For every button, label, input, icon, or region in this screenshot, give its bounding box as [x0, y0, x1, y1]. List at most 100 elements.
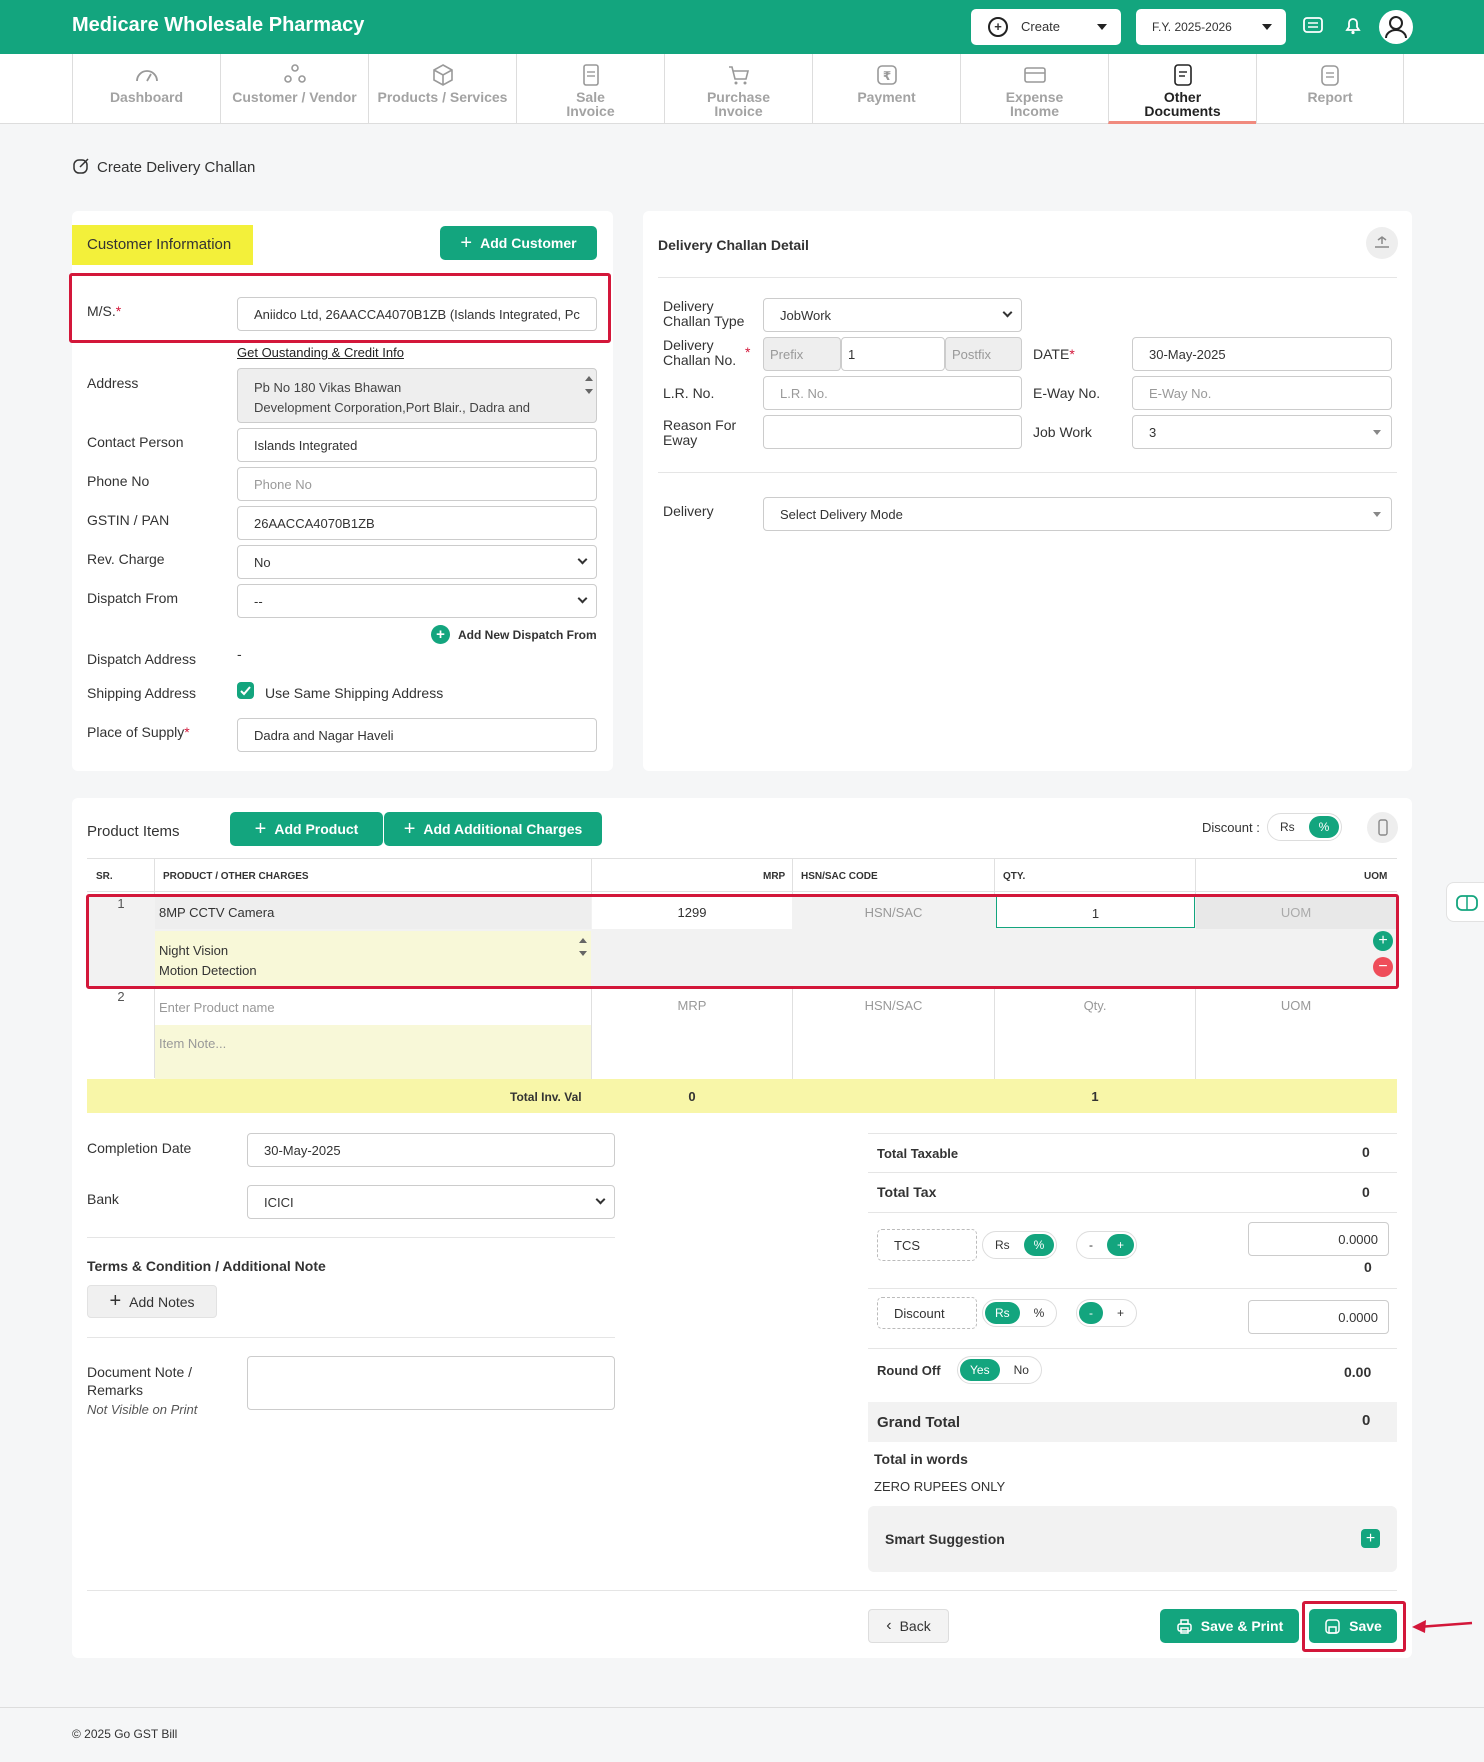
plus-box-icon: + [988, 17, 1008, 37]
tcs-pct-option[interactable]: % [1023, 1234, 1055, 1256]
nav-expense-income[interactable]: Expense Income [960, 54, 1108, 124]
nav-label: Report [1307, 89, 1353, 105]
challan-number-input[interactable]: 1 [841, 337, 945, 371]
prefix-input[interactable]: Prefix [763, 337, 841, 371]
create-dropdown[interactable]: + Create [971, 9, 1121, 45]
add-customer-button[interactable]: + Add Customer [440, 226, 597, 260]
columns-icon [1378, 819, 1388, 836]
nav-customer-vendor[interactable]: Customer / Vendor [220, 54, 368, 124]
discount-type-toggle[interactable]: Rs% [1267, 813, 1343, 841]
add-dispatch-button[interactable]: + Add New Dispatch From [431, 625, 597, 644]
product-name-input[interactable]: Enter Product name [155, 990, 591, 1024]
discount-row-type-toggle[interactable]: Rs% [982, 1299, 1058, 1327]
nav-payment[interactable]: ₹ Payment [812, 54, 960, 124]
address-label: Address [87, 375, 139, 391]
terms-title: Terms & Condition / Additional Note [87, 1258, 326, 1274]
qty-input[interactable]: Qty. [995, 998, 1195, 1013]
total-label: Total Inv. Val [510, 1090, 582, 1104]
avatar[interactable] [1379, 10, 1413, 44]
tcs-type-toggle[interactable]: Rs% [982, 1231, 1058, 1259]
doc-note-textarea[interactable] [247, 1356, 615, 1410]
footer-divider [0, 1707, 1484, 1708]
discount-row-pct-option[interactable]: % [1024, 1302, 1055, 1324]
back-label: Back [899, 1618, 931, 1634]
scrollbar[interactable] [584, 373, 594, 419]
nav-dashboard[interactable]: Dashboard [72, 54, 220, 124]
round-off-toggle[interactable]: Yes No [957, 1356, 1042, 1384]
tcs-rs-option[interactable]: Rs [985, 1234, 1020, 1256]
column-settings-button[interactable] [1367, 812, 1398, 843]
lr-input[interactable]: L.R. No. [763, 376, 1022, 410]
reason-input[interactable] [763, 415, 1022, 449]
credit-info-link[interactable]: Get Oustanding & Credit Info [237, 345, 404, 360]
delivery-mode-select[interactable]: Select Delivery Mode [763, 497, 1392, 531]
rev-charge-select[interactable]: No [237, 545, 597, 579]
back-button[interactable]: ‹ Back [868, 1609, 949, 1643]
tcs-input[interactable]: 0.0000 [1248, 1222, 1389, 1256]
round-off-yes-option[interactable]: Yes [960, 1359, 1000, 1381]
nav-label: Purchase Invoice [706, 89, 771, 119]
tcs-plus-option[interactable]: + [1107, 1234, 1135, 1256]
place-of-supply-input[interactable]: Dadra and Nagar Haveli [237, 718, 597, 752]
jobwork-select[interactable]: 3 [1132, 415, 1392, 449]
nav-purchase-invoice[interactable]: Purchase Invoice [664, 54, 812, 124]
nav-products-services[interactable]: Products / Services [368, 54, 516, 124]
address-line2: Development Corporation,Port Blair., Dad… [254, 400, 531, 415]
round-off-no-option[interactable]: No [1004, 1359, 1039, 1381]
address-textarea[interactable]: Pb No 180 Vikas Bhawan Development Corpo… [237, 368, 597, 423]
bank-select[interactable]: ICICI [247, 1185, 615, 1219]
gstin-label: GSTIN / PAN [87, 512, 170, 528]
fy-dropdown[interactable]: F.Y. 2025-2026 [1136, 9, 1286, 45]
add-charges-button[interactable]: + Add Additional Charges [384, 812, 602, 846]
save-print-button[interactable]: Save & Print [1160, 1609, 1299, 1643]
nav-label: Products / Services [377, 89, 508, 105]
nav-sale-invoice[interactable]: Sale Invoice [516, 54, 664, 124]
nav-other-documents[interactable]: Other Documents [1108, 54, 1256, 124]
discount-row-minus-option[interactable]: - [1079, 1302, 1103, 1324]
gstin-input[interactable]: 26AACCA4070B1ZB [237, 506, 597, 540]
item-note-textarea[interactable]: Item Note... [155, 1025, 591, 1079]
discount-input[interactable]: 0.0000 [1248, 1300, 1389, 1334]
contact-person-input[interactable]: Islands Integrated [237, 428, 597, 462]
highlight-box [86, 894, 1399, 989]
box-icon [432, 64, 453, 86]
import-button[interactable] [1366, 227, 1398, 259]
users-icon [283, 64, 306, 83]
uom-input[interactable]: UOM [1196, 998, 1396, 1013]
hsn-input[interactable]: HSN/SAC [793, 998, 994, 1013]
taxable-value: 0 [1362, 1144, 1370, 1160]
challan-type-select[interactable]: JobWork [763, 298, 1022, 332]
arrow-left-icon [1412, 1620, 1473, 1633]
keyboard-icon[interactable] [1302, 14, 1324, 36]
side-panel-tab[interactable] [1446, 882, 1484, 922]
postfix-input[interactable]: Postfix [945, 337, 1022, 371]
header-sr: SR. [96, 871, 113, 882]
completion-date-input[interactable]: 30-May-2025 [247, 1133, 615, 1167]
chevron-down-icon [1002, 307, 1013, 318]
mrp-input[interactable]: MRP [592, 998, 792, 1013]
tcs-minus-option[interactable]: - [1079, 1234, 1103, 1256]
add-product-button[interactable]: + Add Product [230, 812, 383, 846]
discount-row-sign-toggle[interactable]: - + [1076, 1299, 1138, 1327]
discount-row-rs-option[interactable]: Rs [985, 1302, 1020, 1324]
discount-row-plus-option[interactable]: + [1107, 1302, 1134, 1324]
phone-input[interactable]: Phone No [237, 467, 597, 501]
eway-input[interactable]: E-Way No. [1132, 376, 1392, 410]
bell-icon[interactable] [1342, 14, 1364, 36]
customer-name-input[interactable]: Aniidco Ltd, 26AACCA4070B1ZB (Islands In… [237, 297, 597, 331]
tcs-sign-toggle[interactable]: - + [1076, 1231, 1138, 1259]
challan-type-value: JobWork [780, 307, 832, 323]
nav-report[interactable]: Report [1256, 54, 1404, 124]
round-off-label: Round Off [877, 1363, 941, 1378]
same-shipping-checkbox[interactable] [237, 682, 254, 699]
add-notes-button[interactable]: + Add Notes [87, 1285, 217, 1318]
contact-label: Contact Person [87, 434, 184, 450]
discount-row-label: Discount [877, 1297, 977, 1329]
dispatch-select[interactable]: -- [237, 584, 597, 618]
discount-rs-option[interactable]: Rs [1270, 816, 1305, 838]
discount-pct-option[interactable]: % [1308, 816, 1340, 838]
expand-suggestion-button[interactable]: + [1361, 1529, 1380, 1548]
plus-icon: + [403, 817, 416, 840]
rev-charge-label: Rev. Charge [87, 551, 165, 567]
date-input[interactable]: 30-May-2025 [1132, 337, 1392, 371]
